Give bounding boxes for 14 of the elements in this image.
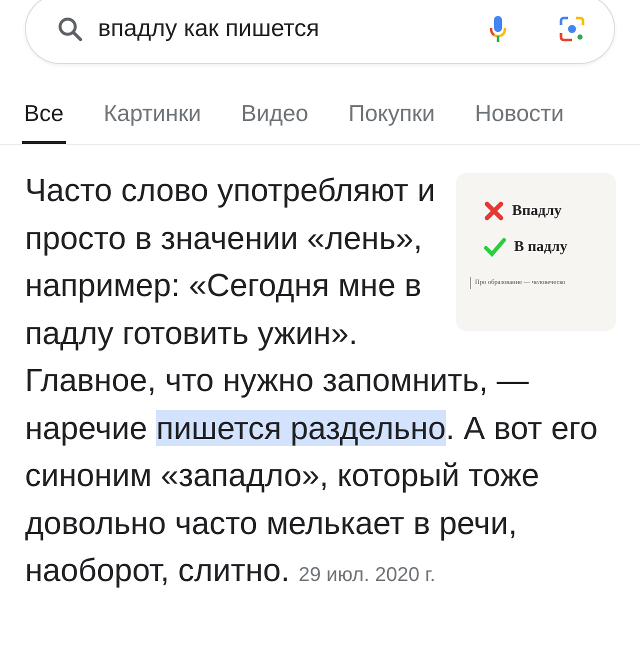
tab[interactable]: Видео bbox=[239, 94, 310, 144]
tab[interactable]: Новости bbox=[472, 94, 566, 144]
tab[interactable]: Картинки bbox=[102, 94, 204, 144]
checkmark-icon bbox=[484, 237, 506, 257]
search-bar[interactable]: впадлу как пишется bbox=[25, 0, 615, 64]
tab[interactable]: Покупки bbox=[346, 94, 437, 144]
search-icon bbox=[56, 15, 84, 43]
correct-spelling: В падлу bbox=[514, 240, 568, 254]
tab[interactable]: Все bbox=[22, 94, 66, 144]
camera-icon[interactable] bbox=[558, 15, 586, 43]
cross-icon bbox=[484, 201, 504, 221]
microphone-icon[interactable] bbox=[488, 14, 508, 44]
wrong-spelling: Впадлу bbox=[512, 204, 562, 218]
search-query: впадлу как пишется bbox=[98, 15, 320, 43]
